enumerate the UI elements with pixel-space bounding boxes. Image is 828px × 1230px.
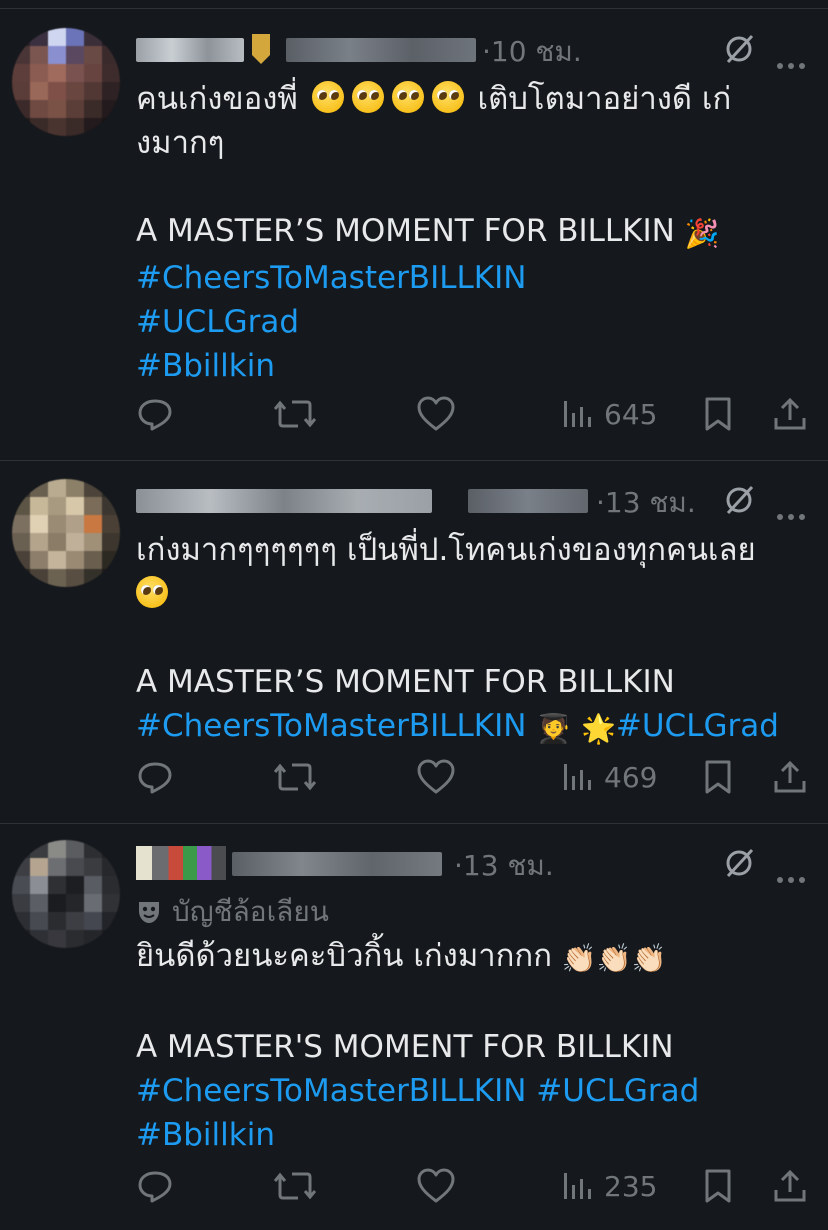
bookmark-icon xyxy=(705,397,731,431)
retweet-icon xyxy=(274,1172,316,1200)
grok-icon[interactable] xyxy=(722,846,756,887)
tweet-text: คนเก่งของพี่ เติบโตมาอย่างดี เก่ งมากๆ A… xyxy=(136,77,808,388)
display-name-blurred[interactable] xyxy=(136,489,432,513)
text-part: ยินดีด้วยนะคะบิวกิ้น เก่งมากกก xyxy=(136,938,552,974)
bookmark-button[interactable] xyxy=(702,1164,734,1208)
tweet-1[interactable]: ·10 ชม. คนเก่งของพี่ เติบโตมาอย่างดี เก่… xyxy=(0,0,828,460)
text-part: คนเก่งของพี่ xyxy=(136,81,298,117)
share-button[interactable] xyxy=(772,392,808,436)
headline: A MASTER’S MOMENT FOR BILLKIN xyxy=(136,664,675,700)
text-line: งมากๆ xyxy=(136,125,225,161)
timestamp[interactable]: ·13 ชม. xyxy=(454,844,554,888)
tweet-header: ·10 ชม. xyxy=(136,30,816,70)
tweet-2[interactable]: ·13 ชม. เก่งมากๆๆๆๆๆๆ เป็นพี่ป.โทคนเก่งข… xyxy=(0,461,828,821)
glowing-star-emoji: 🌟 xyxy=(581,712,616,745)
views-icon xyxy=(564,764,591,790)
hashtag-link[interactable]: #CheersToMasterBILLKIN xyxy=(136,1073,526,1109)
like-button[interactable] xyxy=(416,755,456,799)
reply-icon xyxy=(138,762,172,794)
avatar[interactable] xyxy=(12,479,120,587)
avatar[interactable] xyxy=(12,840,120,948)
retweet-button[interactable] xyxy=(274,1164,316,1208)
text-part: เติบโตมาอย่างดี เก่ xyxy=(477,81,732,117)
display-name-blurred[interactable] xyxy=(136,846,226,880)
reply-button[interactable] xyxy=(136,1164,174,1208)
timestamp[interactable]: ·10 ชม. xyxy=(482,30,582,74)
handle-blurred[interactable] xyxy=(286,38,476,62)
like-button[interactable] xyxy=(416,1164,456,1208)
timestamp[interactable]: ·13 ชม. xyxy=(596,481,696,525)
bookmark-icon xyxy=(705,760,731,794)
more-icon[interactable] xyxy=(776,858,806,891)
verified-badge-icon xyxy=(252,34,270,64)
retweet-icon xyxy=(274,400,316,428)
graduate-emoji: 🧑‍🎓 xyxy=(536,712,572,745)
tweet-header: ·13 ชม. xyxy=(136,844,816,884)
share-icon xyxy=(774,760,806,793)
views-count: 645 xyxy=(604,397,658,431)
views-button[interactable]: 469 xyxy=(562,755,657,799)
views-count: 469 xyxy=(604,760,658,794)
like-icon xyxy=(417,1168,455,1203)
bookmark-icon xyxy=(705,1169,731,1203)
share-icon xyxy=(774,397,806,430)
tweet-text: ยินดีด้วยนะคะบิวกิ้น เก่งมากกก 👏🏻👏🏻👏🏻 A … xyxy=(136,934,808,1157)
action-bar: 645 xyxy=(136,392,816,436)
views-button[interactable]: 645 xyxy=(562,392,657,436)
hashtag-link[interactable]: #UCLGrad xyxy=(616,708,779,744)
parody-mask-icon xyxy=(136,899,162,932)
text-line: เก่งมากๆๆๆๆๆๆ เป็นพี่ป.โทคนเก่งของทุกคนเ… xyxy=(136,532,756,568)
pleading-face-emoji xyxy=(311,81,344,113)
hashtag-link[interactable]: #CheersToMasterBILLKIN xyxy=(136,256,808,300)
hashtag-link[interactable]: #CheersToMasterBILLKIN xyxy=(136,708,526,744)
tweet-header: ·13 ชม. xyxy=(136,481,816,521)
reply-button[interactable] xyxy=(136,755,174,799)
like-button[interactable] xyxy=(416,392,456,436)
tweet-text: เก่งมากๆๆๆๆๆๆ เป็นพี่ป.โทคนเก่งของทุกคนเ… xyxy=(136,528,808,751)
reply-icon xyxy=(138,399,172,431)
pleading-face-emoji xyxy=(391,81,424,113)
more-icon[interactable] xyxy=(776,44,806,77)
clapping-hands-emoji: 👏🏻👏🏻👏🏻 xyxy=(561,942,667,975)
like-icon xyxy=(417,759,455,794)
retweet-button[interactable] xyxy=(274,755,316,799)
hashtag-link[interactable]: #Bbillkin xyxy=(136,1113,808,1157)
like-icon xyxy=(417,396,455,431)
parody-label: บัญชีล้อเลียน xyxy=(136,890,329,934)
action-bar: 235 xyxy=(136,1164,816,1208)
tweet-3[interactable]: ·13 ชม. บัญชีล้อเลียน ยินดีด้วยนะคะบิวกิ… xyxy=(0,824,828,1230)
views-icon xyxy=(564,401,591,427)
reply-icon xyxy=(138,1171,172,1203)
reply-button[interactable] xyxy=(136,392,174,436)
hashtag-link[interactable]: #UCLGrad xyxy=(136,300,808,344)
handle-blurred[interactable] xyxy=(232,852,442,876)
share-button[interactable] xyxy=(772,755,808,799)
avatar[interactable] xyxy=(12,28,120,136)
hashtag-link[interactable]: #Bbillkin xyxy=(136,344,808,388)
pleading-face-emoji xyxy=(431,81,464,113)
views-count: 235 xyxy=(604,1169,658,1203)
retweet-icon xyxy=(274,763,316,791)
share-icon xyxy=(774,1169,806,1202)
views-icon xyxy=(564,1173,591,1199)
grok-icon[interactable] xyxy=(722,483,756,524)
party-popper-emoji: 🎉 xyxy=(684,217,720,250)
headline: A MASTER'S MOMENT FOR BILLKIN xyxy=(136,1029,674,1065)
share-button[interactable] xyxy=(772,1164,808,1208)
retweet-button[interactable] xyxy=(274,392,316,436)
action-bar: 469 xyxy=(136,755,816,799)
headline: A MASTER’S MOMENT FOR BILLKIN xyxy=(136,213,675,249)
more-icon[interactable] xyxy=(776,495,806,528)
bookmark-button[interactable] xyxy=(702,755,734,799)
display-name-blurred[interactable] xyxy=(136,38,244,62)
bookmark-button[interactable] xyxy=(702,392,734,436)
hashtag-link[interactable]: #UCLGrad xyxy=(536,1073,699,1109)
views-button[interactable]: 235 xyxy=(562,1164,657,1208)
grok-icon[interactable] xyxy=(722,32,756,73)
handle-blurred[interactable] xyxy=(468,489,588,513)
pleading-face-emoji xyxy=(136,576,168,608)
pleading-face-emoji xyxy=(351,81,384,113)
parody-label-text: บัญชีล้อเลียน xyxy=(172,895,329,928)
